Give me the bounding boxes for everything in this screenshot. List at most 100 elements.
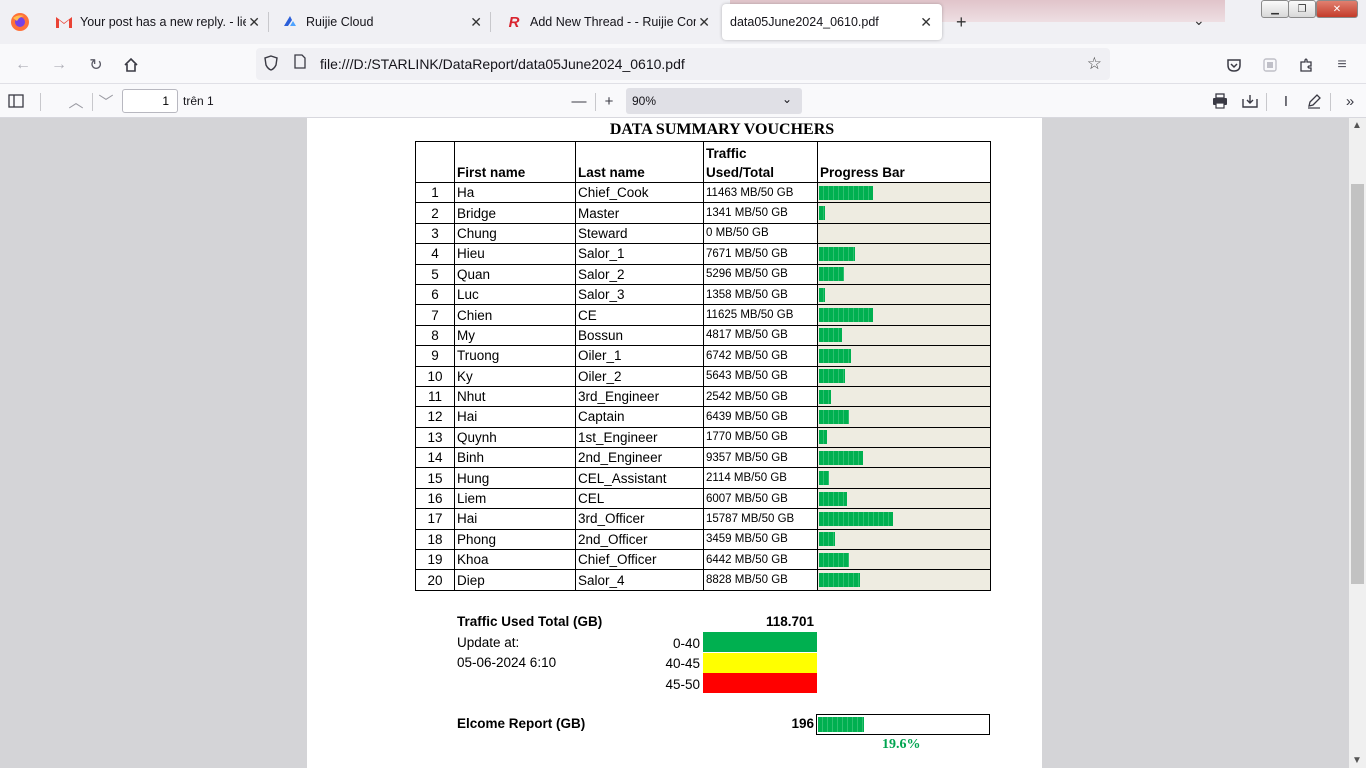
bookmark-star-icon[interactable]: ☆ (1087, 54, 1102, 74)
row-first-name: Quynh (454, 426, 576, 449)
reload-icon[interactable]: ↻ (83, 52, 109, 78)
page-number-input[interactable]: 1 (122, 89, 178, 113)
header-progress-bar: Progress Bar (817, 141, 991, 183)
ruijie-cloud-icon (282, 14, 298, 30)
tab-add-new-thread[interactable]: R Add New Thread - - Ruijie Com ✕ (500, 4, 716, 40)
row-progress-cell (817, 304, 991, 326)
table-row: 1 Ha Chief_Cook 11463 MB/50 GB (415, 181, 991, 204)
row-first-name: Chien (454, 304, 576, 326)
row-last-name: 3rd_Officer (575, 508, 704, 530)
scrollbar-thumb[interactable] (1351, 184, 1364, 584)
header-last-name: Last name (575, 141, 704, 183)
close-window-icon[interactable]: ✕ (1316, 0, 1358, 18)
table-row: 13 Quynh 1st_Engineer 1770 MB/50 GB (415, 426, 991, 449)
elcome-percent: 19.6% (882, 737, 921, 752)
sidebar-toggle-icon[interactable] (4, 89, 28, 113)
extension-container-icon[interactable] (1257, 52, 1283, 78)
tab-gmail[interactable]: Your post has a new reply. - lien ✕ (50, 4, 266, 40)
row-progress-cell (817, 406, 991, 428)
row-traffic: 2542 MB/50 GB (703, 385, 818, 408)
row-number: 11 (415, 385, 455, 408)
scroll-down-icon[interactable]: ▼ (1352, 755, 1362, 766)
row-first-name: Chung (454, 222, 576, 245)
row-traffic: 11625 MB/50 GB (703, 304, 818, 326)
row-traffic: 6439 MB/50 GB (703, 406, 818, 428)
row-first-name: Luc (454, 283, 576, 306)
table-row: 4 Hieu Salor_1 7671 MB/50 GB (415, 243, 991, 265)
table-row: 10 Ky Oiler_2 5643 MB/50 GB (415, 365, 991, 387)
previous-page-icon[interactable]: ︿ (64, 89, 88, 113)
pocket-icon[interactable] (1221, 52, 1247, 78)
row-last-name: CE (575, 304, 704, 326)
row-traffic: 5643 MB/50 GB (703, 365, 818, 387)
more-tools-icon[interactable]: » (1338, 89, 1362, 113)
row-traffic: 2114 MB/50 GB (703, 467, 818, 489)
firefox-icon[interactable] (8, 10, 32, 34)
address-bar[interactable]: file:///D:/STARLINK/DataReport/data05Jun… (256, 48, 1110, 80)
row-last-name: 1st_Engineer (575, 426, 704, 449)
tab-pdf-active[interactable]: data05June2024_0610.pdf ✕ (722, 4, 942, 40)
gmail-icon (56, 14, 72, 30)
minimize-icon[interactable]: ▁ (1261, 0, 1289, 18)
row-number: 17 (415, 508, 455, 530)
text-cursor-icon[interactable]: I (1274, 89, 1298, 113)
tab-title: Ruijie Cloud (306, 15, 374, 29)
new-tab-icon[interactable]: + (956, 12, 967, 33)
row-last-name: Salor_3 (575, 283, 704, 306)
row-traffic: 9357 MB/50 GB (703, 447, 818, 469)
print-icon[interactable] (1208, 89, 1232, 113)
toolbar-separator (595, 93, 596, 111)
shield-icon[interactable] (264, 54, 282, 74)
restore-icon[interactable]: ❐ (1288, 0, 1316, 18)
forward-icon[interactable]: → (46, 52, 72, 78)
progress-fill (819, 491, 847, 506)
close-tab-icon[interactable]: ✕ (920, 14, 932, 31)
tab-strip: Your post has a new reply. - lien ✕ Ruij… (0, 0, 1366, 44)
home-icon[interactable] (118, 52, 144, 78)
progress-fill (819, 246, 855, 261)
legend-label-green: 0-40 (672, 636, 700, 651)
zoom-select[interactable]: 90% ⌄ (626, 88, 802, 114)
list-all-tabs-icon[interactable]: ⌄ (1193, 12, 1205, 29)
progress-fill (819, 348, 851, 363)
tab-title: Add New Thread - - Ruijie Com (530, 15, 696, 29)
row-traffic: 6442 MB/50 GB (703, 549, 818, 571)
tab-ruijie-cloud[interactable]: Ruijie Cloud ✕ (276, 4, 488, 40)
zoom-out-icon[interactable]: — (567, 89, 591, 113)
zoom-in-icon[interactable]: + (597, 89, 621, 113)
close-tab-icon[interactable]: ✕ (248, 14, 260, 31)
back-icon[interactable]: ← (10, 52, 36, 78)
tab-separator (490, 12, 491, 32)
table-row: 5 Quan Salor_2 5296 MB/50 GB (415, 263, 991, 285)
row-number: 20 (415, 569, 455, 591)
table-row: 16 Liem CEL 6007 MB/50 GB (415, 487, 991, 510)
row-progress-cell (817, 283, 991, 306)
row-first-name: Binh (454, 447, 576, 469)
pdf-viewer[interactable]: DATA SUMMARY VOUCHERS First name Last na… (0, 118, 1366, 768)
row-number: 16 (415, 487, 455, 510)
scroll-up-icon[interactable]: ▲ (1352, 120, 1362, 131)
tab-title: Your post has a new reply. - lien (80, 15, 246, 29)
table-row: 11 Nhut 3rd_Engineer 2542 MB/50 GB (415, 385, 991, 408)
row-number: 8 (415, 324, 455, 347)
close-tab-icon[interactable]: ✕ (698, 14, 710, 31)
row-first-name: Phong (454, 528, 576, 551)
menu-hamburger-icon[interactable]: ≡ (1329, 52, 1355, 78)
download-icon[interactable] (1238, 89, 1262, 113)
table-body: 1 Ha Chief_Cook 11463 MB/50 GB 2 Bridge Master… (415, 181, 991, 591)
row-progress-cell (817, 569, 991, 591)
row-last-name: Captain (575, 406, 704, 428)
row-progress-cell (817, 549, 991, 571)
extensions-icon[interactable] (1293, 52, 1319, 78)
next-page-icon[interactable]: ﹀ (94, 89, 118, 113)
legend-swatch-yellow (703, 653, 817, 673)
vertical-scrollbar[interactable]: ▲ ▼ (1349, 118, 1366, 768)
progress-fill (819, 328, 842, 343)
draw-pen-icon[interactable] (1302, 89, 1326, 113)
row-number: 15 (415, 467, 455, 489)
traffic-total-value: 118.701 (765, 614, 814, 629)
progress-fill (819, 573, 860, 588)
close-tab-icon[interactable]: ✕ (470, 14, 482, 31)
row-last-name: Salor_4 (575, 569, 704, 591)
url-text[interactable]: file:///D:/STARLINK/DataReport/data05Jun… (320, 56, 685, 72)
